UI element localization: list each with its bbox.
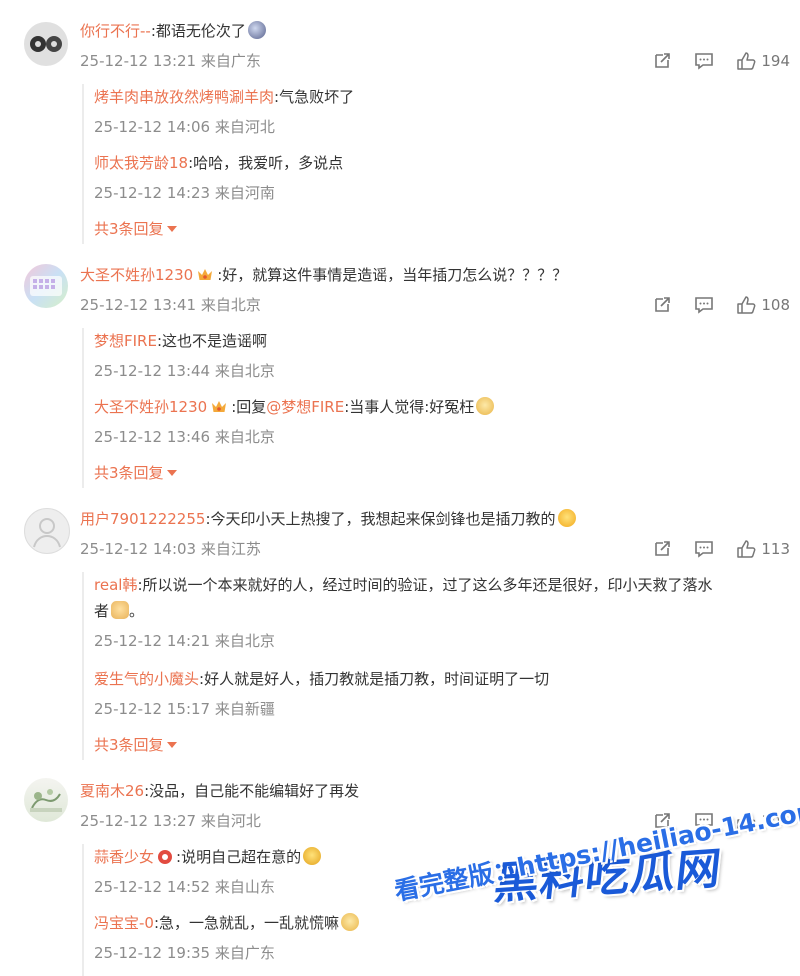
reply-text: :所以说一个本来就好的人，经过时间的验证，过了这么多年还是很好，印小天救了落水 — [137, 576, 713, 594]
comment-text: :没品，自己能不能编辑好了再发 — [144, 782, 360, 800]
reply-text: :当事人觉得:好冤枉 — [344, 398, 475, 416]
reply-meta: 25-12-12 14:23 来自河南 — [94, 184, 275, 202]
comment-icon[interactable] — [693, 294, 715, 316]
smirk-emoji-icon — [303, 847, 322, 865]
thumbs-up-icon[interactable] — [735, 50, 757, 72]
reply-list: 烤羊肉串放孜然烤鸭涮羊肉:气急败坏了 25-12-12 14:06 来自河北 师… — [82, 84, 784, 244]
reply-text: :哈哈，我爱听，多说点 — [188, 154, 344, 172]
reply-text-continued: 者 — [94, 602, 110, 620]
avatar[interactable] — [24, 778, 68, 822]
reply-username[interactable]: 大圣不姓孙1230 — [94, 398, 207, 416]
reply-username[interactable]: 师太我芳龄18 — [94, 154, 188, 172]
username[interactable]: 夏南木26 — [80, 782, 144, 800]
reply-username[interactable]: 烤羊肉串放孜然烤鸭涮羊肉 — [94, 88, 274, 106]
verified-badge-icon — [158, 850, 173, 864]
reply-username[interactable]: real韩 — [94, 576, 137, 594]
more-replies-link[interactable]: 共3条回复 — [94, 218, 177, 240]
comment-meta: 25-12-12 13:27 来自河北 — [80, 812, 261, 830]
thumbs-up-icon[interactable] — [735, 538, 757, 560]
reply-meta: 25-12-12 14:06 来自河北 — [94, 118, 275, 136]
reply-text: :急，一急就乱，一乱就慌嘛 — [153, 914, 340, 932]
reply-list: 梦想FIRE:这也不是造谣啊 25-12-12 13:44 来自北京 大圣不姓孙… — [82, 328, 784, 488]
chevron-down-icon — [166, 470, 177, 476]
comment-meta: 25-12-12 13:21 来自广东 — [80, 52, 261, 70]
comment-icon[interactable] — [693, 538, 715, 560]
reply-text-prefix: :回复 — [231, 398, 267, 416]
more-replies-link[interactable]: 共3条回复 — [94, 462, 177, 484]
username[interactable]: 大圣不姓孙1230 — [80, 266, 193, 284]
comment-text-line: 用户7901222255:今天印小天上热搜了，我想起来保剑锋也是插刀教的 — [80, 508, 576, 530]
share-icon[interactable] — [651, 294, 673, 316]
username[interactable]: 你行不行-- — [80, 22, 151, 40]
mention-link[interactable]: @梦想FIRE — [266, 398, 344, 416]
comment-actions: 108 — [631, 294, 790, 316]
comment-text: :都语无伦次了 — [150, 22, 246, 40]
comment-text-line: 夏南木26:没品，自己能不能编辑好了再发 — [80, 780, 359, 802]
thumbs-up-icon[interactable] — [735, 294, 757, 316]
reply-username[interactable]: 梦想FIRE — [94, 332, 157, 350]
comment-page: 你行不行--:都语无伦次了 25-12-12 13:21 来自广东 194 烤羊… — [0, 0, 800, 976]
comment-meta: 25-12-12 13:41 来自北京 — [80, 296, 261, 314]
comment-text-line: 大圣不姓孙1230 :好，就算这件事情是造谣，当年插刀怎么说？？？？ — [80, 264, 567, 286]
like-count: 194 — [761, 52, 790, 70]
reply-text: :这也不是造谣啊 — [156, 332, 268, 350]
reply-text: :气急败坏了 — [274, 88, 355, 106]
chevron-down-icon — [166, 742, 177, 748]
laughing-emoji-icon — [557, 509, 576, 527]
reply-username[interactable]: 冯宝宝-0 — [94, 914, 154, 932]
reply-text: :好人就是好人，插刀教就是插刀教，时间证明了一切 — [199, 670, 550, 688]
avatar[interactable] — [24, 22, 68, 66]
avatar[interactable] — [24, 264, 68, 308]
cat-emoji-icon — [341, 913, 360, 931]
reply-meta: 25-12-12 15:17 来自新疆 — [94, 700, 275, 718]
reply-text-end: 。 — [129, 602, 145, 620]
like-count: 108 — [761, 296, 790, 314]
comment-actions: 113 — [631, 538, 790, 560]
emoji-icon — [247, 21, 266, 39]
chevron-down-icon — [166, 226, 177, 232]
more-replies-label: 共3条回复 — [94, 736, 164, 754]
comment-meta: 25-12-12 14:03 来自江苏 — [80, 540, 261, 558]
reply-text: :说明自己超在意的 — [176, 848, 302, 866]
more-replies-link[interactable]: 共3条回复 — [94, 734, 177, 756]
reply-list: real韩:所以说一个本来就好的人，经过时间的验证，过了这么多年还是很好，印小天… — [82, 572, 784, 760]
thumbs-up-emoji-icon — [111, 601, 130, 619]
reply-meta: 25-12-12 13:44 来自北京 — [94, 362, 275, 380]
reply-meta: 25-12-12 13:46 来自北京 — [94, 428, 275, 446]
reply-meta: 25-12-12 14:21 来自北京 — [94, 632, 275, 650]
comment-icon[interactable] — [693, 50, 715, 72]
reply-meta: 25-12-12 14:52 来自山东 — [94, 878, 275, 896]
cat-emoji-icon — [476, 397, 495, 415]
more-replies-label: 共3条回复 — [94, 220, 164, 238]
like-count: 113 — [761, 540, 790, 558]
username[interactable]: 用户7901222255 — [80, 510, 205, 528]
share-icon[interactable] — [651, 50, 673, 72]
avatar[interactable] — [24, 508, 70, 554]
reply-meta: 25-12-12 19:35 来自广东 — [94, 944, 275, 962]
comment-text-line: 你行不行--:都语无伦次了 — [80, 20, 266, 42]
comment-text: :好，就算这件事情是造谣，当年插刀怎么说？？？？ — [217, 266, 568, 284]
comment-text: :今天印小天上热搜了，我想起来保剑锋也是插刀教的 — [205, 510, 556, 528]
share-icon[interactable] — [651, 538, 673, 560]
reply-username[interactable]: 蒜香少女 — [94, 848, 154, 866]
vip-crown-icon — [210, 398, 228, 414]
comment-actions: 194 — [631, 50, 790, 72]
reply-username[interactable]: 爱生气的小魔头 — [94, 670, 199, 688]
vip-crown-icon — [196, 266, 214, 282]
more-replies-label: 共3条回复 — [94, 464, 164, 482]
